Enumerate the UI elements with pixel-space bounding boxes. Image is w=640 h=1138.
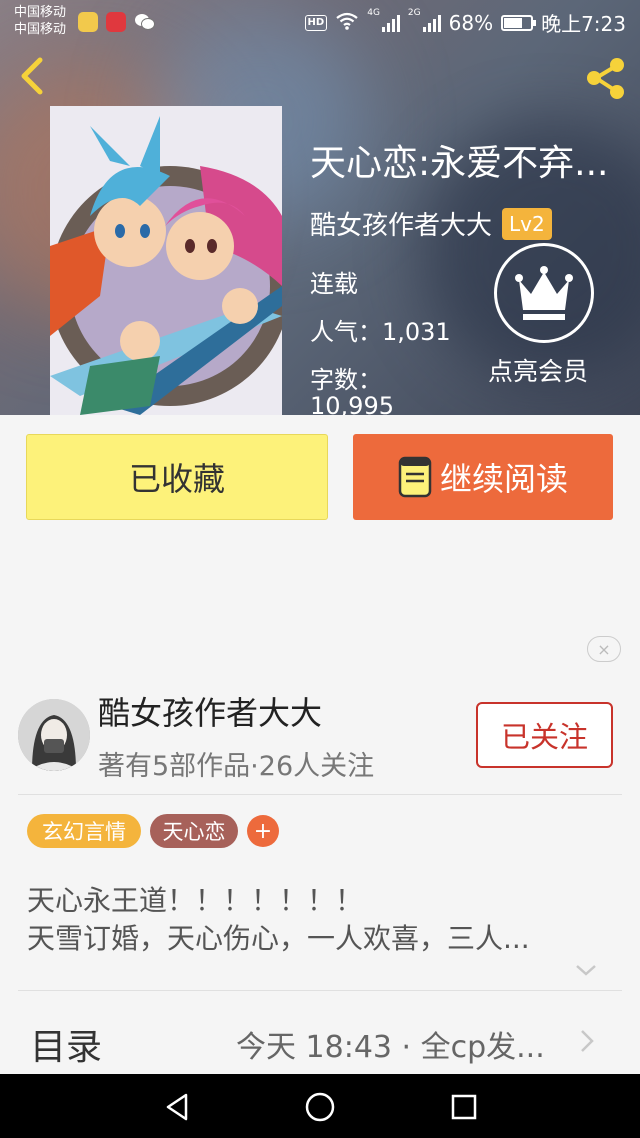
network-type-1: 4G <box>367 8 380 18</box>
catalog-open-button[interactable] <box>578 1028 596 1054</box>
nav-back-button[interactable] <box>162 1091 194 1123</box>
chevron-down-icon <box>576 965 596 976</box>
battery-percent: 68% <box>448 10 494 35</box>
close-icon: × <box>597 639 611 659</box>
wifi-icon <box>335 11 359 35</box>
author-card-name[interactable]: 酷女孩作者大大 <box>98 688 322 734</box>
level-badge: Lv2 <box>502 207 552 240</box>
description-line-2: 天雪订婚，天心伤心，一人欢喜，三人... <box>27 922 530 955</box>
book-detail-screen: 中国移动 中国移动 HD 4G 2G 68% 晚上7:23 天心恋:永爱不弃..… <box>0 0 640 1138</box>
circle-home-icon <box>305 1092 335 1122</box>
avatar-image <box>18 699 90 771</box>
membership-label[interactable]: 点亮会员 <box>488 352 588 388</box>
carrier-1: 中国移动 <box>14 5 67 20</box>
hd-badge: HD <box>304 14 328 31</box>
status-bar: 中国移动 中国移动 HD 4G 2G 68% 晚上7:23 <box>0 0 640 44</box>
continue-reading-button[interactable]: 继续阅读 <box>353 434 613 520</box>
carrier-2: 中国移动 <box>14 22 67 37</box>
back-button[interactable] <box>16 56 52 96</box>
status-right: HD 4G 2G 68% 晚上7:23 <box>304 8 626 37</box>
description-line-1: 天心永王道！！！！！！！ <box>27 884 364 917</box>
book-cover[interactable] <box>50 106 282 415</box>
crown-icon <box>515 266 573 320</box>
share-button[interactable] <box>582 54 630 102</box>
triangle-back-icon <box>166 1093 188 1121</box>
continue-reading-label: 继续阅读 <box>439 460 568 498</box>
system-nav-bar <box>0 1074 640 1138</box>
favorite-label: 已收藏 <box>128 460 225 498</box>
favorite-button[interactable]: 已收藏 <box>26 434 328 520</box>
tag-genre[interactable]: 玄幻言情 <box>27 814 141 848</box>
expand-description-button[interactable] <box>574 962 598 978</box>
nav-recent-button[interactable] <box>448 1091 480 1123</box>
network-type-2: 2G <box>407 8 421 18</box>
clock: 晚上7:23 <box>541 12 626 36</box>
chevron-left-icon <box>21 57 43 95</box>
signal-icon-2 <box>422 14 441 32</box>
notification-app-icon <box>78 12 98 32</box>
word-count-value: 10,995 <box>310 392 394 415</box>
author-avatar[interactable] <box>18 699 90 771</box>
notification-icons <box>78 12 156 36</box>
book-header: 中国移动 中国移动 HD 4G 2G 68% 晚上7:23 天心恋:永爱不弃..… <box>0 0 640 415</box>
follow-label: 已关注 <box>500 720 588 754</box>
book-popularity: 人气：1,031 <box>310 318 451 346</box>
tag-topic[interactable]: 天心恋 <box>150 814 238 848</box>
carrier-info: 中国移动 中国移动 <box>14 4 66 38</box>
membership-button[interactable] <box>494 243 594 343</box>
wechat-icon <box>134 12 156 36</box>
book-author[interactable]: 酷女孩作者大大 <box>310 205 492 242</box>
chevron-right-icon <box>581 1030 594 1052</box>
author-row[interactable]: 酷女孩作者大大 Lv2 <box>310 205 552 242</box>
catalog-latest-update[interactable]: 今天 18:43 · 全cp发... <box>236 1022 566 1066</box>
word-count-label: 字数： <box>310 366 382 394</box>
nav-home-button[interactable] <box>304 1091 336 1123</box>
notification-app-icon-red <box>106 12 126 32</box>
book-title: 天心恋:永爱不弃... <box>310 143 609 184</box>
book-icon <box>398 456 432 498</box>
cover-illustration <box>50 106 282 415</box>
divider <box>18 794 622 795</box>
battery-icon <box>501 14 537 31</box>
catalog-title[interactable]: 目录 <box>30 1018 102 1070</box>
square-recent-icon <box>451 1094 477 1120</box>
author-card-stats: 著有5部作品·26人关注 <box>98 751 375 782</box>
book-status: 连载 <box>310 270 358 298</box>
add-tag-button[interactable]: + <box>247 815 279 847</box>
close-ad-button[interactable]: × <box>587 636 621 662</box>
divider <box>18 990 622 991</box>
share-icon <box>587 58 624 99</box>
signal-icon-1 <box>381 14 400 32</box>
follow-button[interactable]: 已关注 <box>476 702 613 768</box>
